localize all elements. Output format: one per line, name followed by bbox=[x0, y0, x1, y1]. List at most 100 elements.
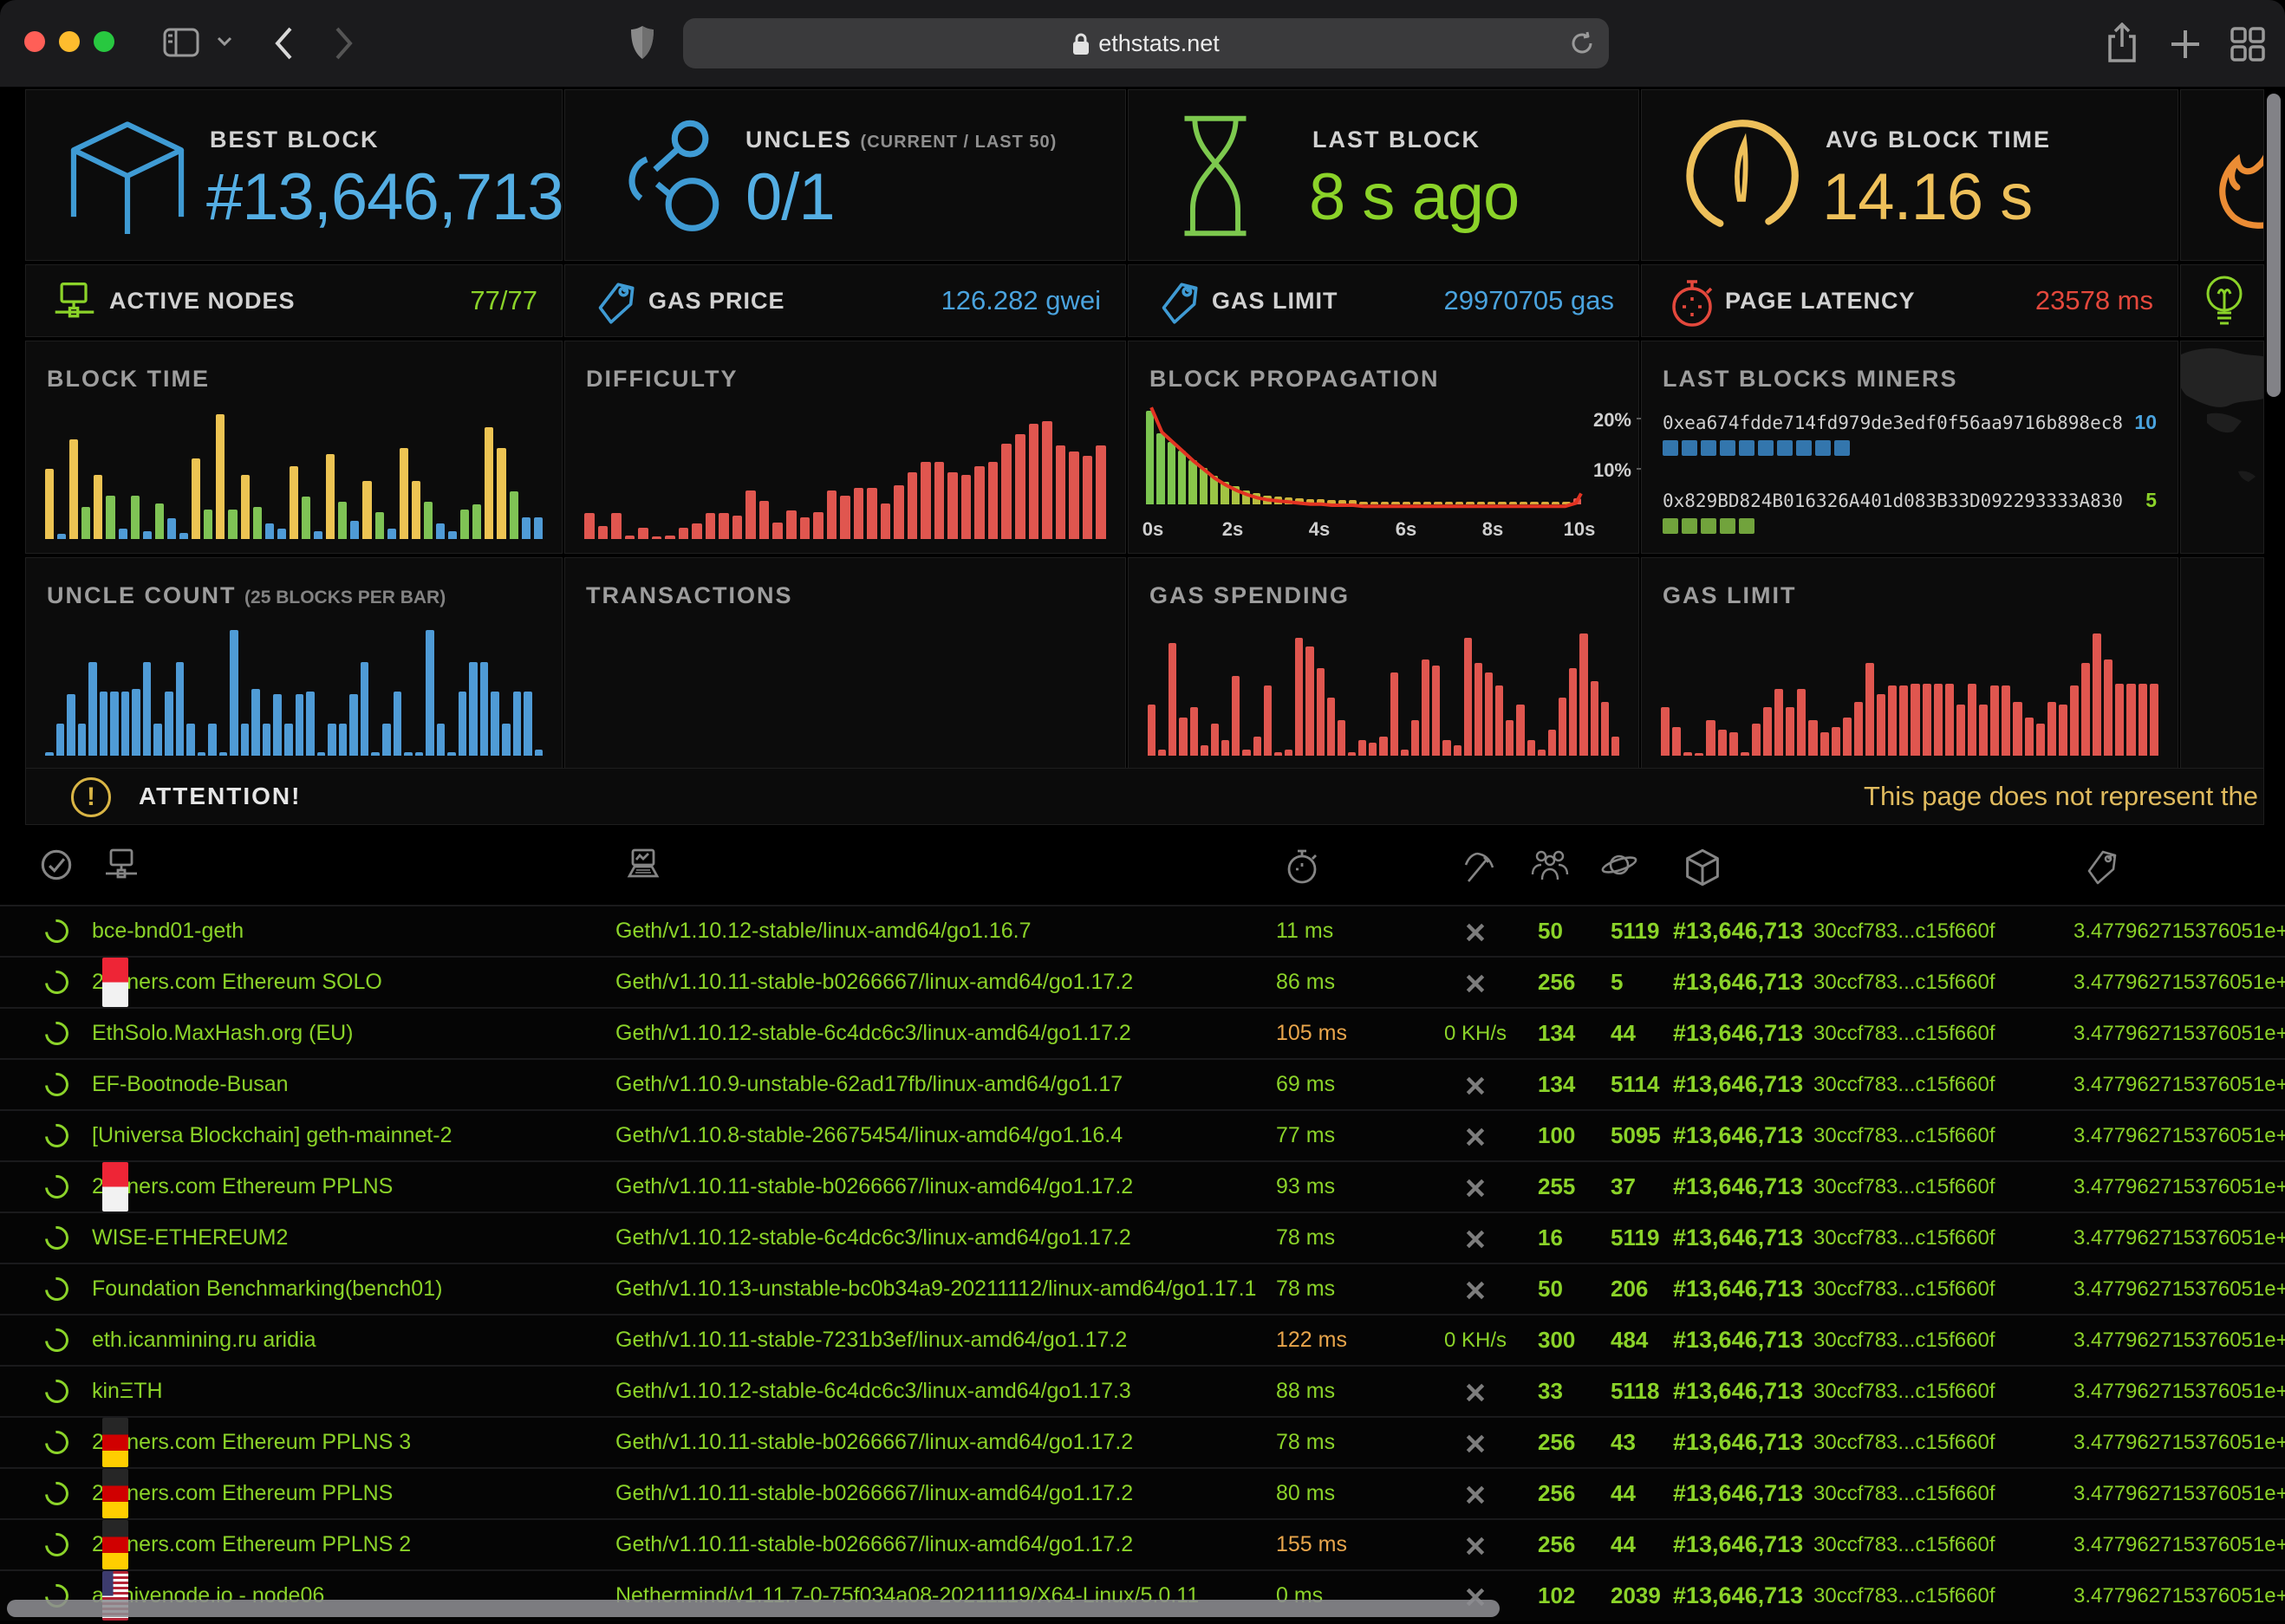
miner-address[interactable]: 0x829BD824B016326A401d083B33D092293333A8… bbox=[1663, 490, 2123, 511]
chart-bar bbox=[1763, 707, 1772, 756]
chart-bar bbox=[415, 752, 424, 756]
sidebar-icon[interactable] bbox=[163, 28, 199, 57]
table-row[interactable]: [Universa Blockchain] geth-mainnet-2 Get… bbox=[0, 1109, 2285, 1160]
node-last-block: #13,646,713 bbox=[1673, 1520, 1803, 1569]
node-pending: 5095 bbox=[1611, 1111, 1661, 1160]
chart-bar bbox=[746, 643, 755, 756]
chart-bar bbox=[625, 536, 635, 539]
table-row[interactable]: Foundation Benchmarking(bench01) Geth/v1… bbox=[0, 1263, 2285, 1314]
table-row[interactable]: 2Miners.com Ethereum PPLNS 2 Geth/v1.10.… bbox=[0, 1518, 2285, 1569]
status-check-icon[interactable] bbox=[40, 848, 73, 881]
chart-bar bbox=[1411, 720, 1419, 756]
table-row[interactable]: WISE-ETHEREUM2 Geth/v1.10.12-stable-6c4d… bbox=[0, 1212, 2285, 1263]
axis-label: 6s bbox=[1396, 518, 1416, 541]
latency-stopwatch-icon[interactable] bbox=[1285, 848, 1319, 885]
page-latency-label: PAGE LATENCY bbox=[1725, 265, 1916, 336]
chart-bar bbox=[404, 752, 413, 756]
table-row[interactable]: 2Miners.com Ethereum SOLO Geth/v1.10.11-… bbox=[0, 956, 2285, 1007]
chart-bar bbox=[1579, 633, 1587, 756]
chevron-down-icon[interactable] bbox=[217, 36, 232, 47]
table-row[interactable]: 2Miners.com Ethereum PPLNS 3 Geth/v1.10.… bbox=[0, 1416, 2285, 1467]
table-row[interactable]: 2Miners.com Ethereum PPLNS Geth/v1.10.11… bbox=[0, 1160, 2285, 1212]
last-block-cube-icon[interactable] bbox=[1685, 848, 1720, 887]
table-row[interactable]: EthSolo.MaxHash.org (EU) Geth/v1.10.12-s… bbox=[0, 1007, 2285, 1058]
chart-bar bbox=[997, 740, 1006, 756]
address-bar[interactable]: ethstats.net bbox=[683, 18, 1609, 68]
chart-bar bbox=[1264, 685, 1272, 756]
node-pending: 5 bbox=[1611, 958, 1623, 1007]
node-monitor-icon[interactable] bbox=[104, 848, 139, 883]
minimize-window-button[interactable] bbox=[59, 31, 80, 52]
node-block-hash: 30ccf783...c15f660f bbox=[1813, 1469, 1995, 1518]
difficulty-tag-icon[interactable] bbox=[2084, 848, 2120, 887]
chart-bar bbox=[1084, 745, 1093, 756]
uncles-icon bbox=[615, 116, 719, 237]
chart-bar bbox=[230, 630, 238, 756]
back-icon[interactable] bbox=[274, 26, 293, 61]
node-total-difficulty: 3.477962715376051e+2 bbox=[2073, 1111, 2285, 1160]
table-row[interactable]: 2Miners.com Ethereum PPLNS Geth/v1.10.11… bbox=[0, 1467, 2285, 1518]
node-peers: 256 bbox=[1538, 1520, 1575, 1569]
best-block-card: BEST BLOCK #13,646,713 bbox=[25, 89, 563, 261]
chart-bar bbox=[947, 676, 955, 756]
chart-bar bbox=[306, 692, 315, 756]
node-mining bbox=[1422, 1469, 1529, 1518]
chart-bar bbox=[1401, 750, 1409, 756]
node-block-hash: 30ccf783...c15f660f bbox=[1813, 1264, 1995, 1314]
chart-bar bbox=[596, 752, 605, 756]
reload-icon[interactable] bbox=[1569, 30, 1595, 56]
node-status-icon bbox=[40, 1068, 73, 1101]
node-status-icon bbox=[40, 1221, 73, 1254]
node-latency: 78 ms bbox=[1276, 1264, 1335, 1314]
uncles-card: UNCLES (CURRENT / LAST 50) 0/1 bbox=[564, 89, 1126, 261]
vertical-scrollbar[interactable] bbox=[2267, 94, 2281, 397]
chart-bar bbox=[1956, 705, 1965, 756]
forward-icon[interactable] bbox=[335, 26, 354, 61]
new-tab-icon[interactable] bbox=[2169, 28, 2202, 61]
mined-block-square bbox=[1720, 440, 1735, 456]
node-total-difficulty: 3.477962715376051e+2 bbox=[2073, 1469, 2285, 1518]
node-client-version: Geth/v1.10.11-stable-b0266667/linux-amd6… bbox=[615, 1418, 1133, 1467]
chart-bar bbox=[350, 521, 359, 539]
chart-bar bbox=[745, 490, 756, 539]
chart-bar bbox=[2104, 659, 2112, 756]
table-row[interactable]: bce-bnd01-geth Geth/v1.10.12-stable/linu… bbox=[0, 905, 2285, 956]
tab-overview-icon[interactable] bbox=[2230, 26, 2266, 62]
node-mining bbox=[1422, 1520, 1529, 1569]
chart-bar bbox=[326, 454, 335, 539]
share-icon[interactable] bbox=[2105, 23, 2139, 64]
url-text: ethstats.net bbox=[1098, 30, 1220, 57]
country-flag-icon bbox=[102, 1162, 128, 1212]
country-flag-icon bbox=[102, 1469, 128, 1518]
country-flag-icon bbox=[102, 1520, 128, 1569]
node-client-version: Geth/v1.10.12-stable-6c4dc6c3/linux-amd6… bbox=[615, 1213, 1131, 1263]
chart-bar bbox=[437, 724, 446, 756]
table-row[interactable]: EF-Bootnode-Busan Geth/v1.10.9-unstable-… bbox=[0, 1058, 2285, 1109]
chart-bar bbox=[228, 510, 237, 539]
table-row[interactable]: eth.icanmining.ru aridia Geth/v1.10.11-s… bbox=[0, 1314, 2285, 1365]
price-tag-icon bbox=[591, 277, 638, 328]
close-window-button[interactable] bbox=[24, 31, 45, 52]
chart-bar bbox=[1854, 702, 1863, 756]
shield-icon[interactable] bbox=[629, 24, 655, 61]
chart-bar bbox=[1015, 434, 1025, 539]
node-pending: 5118 bbox=[1611, 1367, 1659, 1416]
chart-bar bbox=[584, 711, 593, 756]
chart-bar bbox=[198, 752, 206, 756]
node-client-version: Geth/v1.10.12-stable-6c4dc6c3/linux-amd6… bbox=[615, 1009, 1131, 1058]
peers-icon[interactable] bbox=[1531, 848, 1569, 881]
empty-panel-partial bbox=[2180, 557, 2264, 770]
zoom-window-button[interactable] bbox=[94, 31, 114, 52]
mining-pickaxe-icon[interactable] bbox=[1461, 848, 1496, 885]
chart-bar bbox=[2115, 684, 2124, 756]
node-total-difficulty: 3.477962715376051e+2 bbox=[2073, 1315, 2285, 1365]
horizontal-scrollbar[interactable] bbox=[7, 1600, 1500, 1617]
node-total-difficulty: 3.477962715376051e+2 bbox=[2073, 1213, 2285, 1263]
client-version-icon[interactable] bbox=[626, 848, 661, 883]
chart-bar bbox=[339, 724, 348, 756]
pending-planet-icon[interactable] bbox=[1600, 848, 1638, 881]
chart-bar bbox=[2081, 663, 2090, 756]
miner-address[interactable]: 0xea674fdde714fd979de3edf0f56aa9716b898e… bbox=[1663, 412, 2123, 433]
chart-bar bbox=[387, 529, 396, 539]
table-row[interactable]: kinΞTH Geth/v1.10.12-stable-6c4dc6c3/lin… bbox=[0, 1365, 2285, 1416]
